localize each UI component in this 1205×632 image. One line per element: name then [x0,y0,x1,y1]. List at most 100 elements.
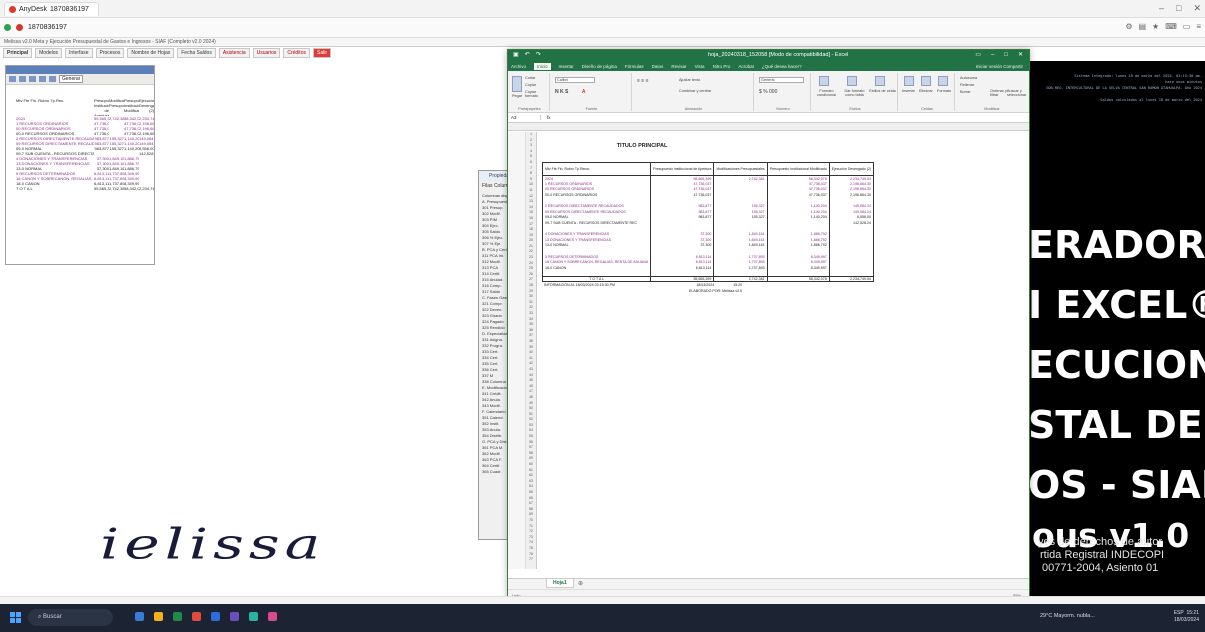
excel-icon[interactable] [173,612,182,621]
ribbon-tab[interactable]: Acrobat [738,64,754,69]
worksheet-grid[interactable]: 1 2 3 4 5 6 7 8 9 10 11 12 13 14 15 16 17 18 19 20 21 22 23 24 2… [508,132,1029,569]
clock-time[interactable]: 15:21 [1186,610,1199,616]
siaf-menu-item[interactable]: Usuarios [252,47,281,58]
currency-icon[interactable]: $ % 000 [759,89,777,95]
row-label-cell[interactable]: 18 CANON Y SOBRECANON, REGALIAS, RENTA D… [541,259,652,265]
generar-button[interactable]: Generar [59,75,84,83]
conditional-format-icon[interactable] [819,76,829,86]
ribbon-tab[interactable]: Inicio [534,62,551,70]
app-icon[interactable] [268,612,277,621]
toolbar-button-icon[interactable] [9,76,16,82]
add-sheet-icon[interactable]: ⊕ [578,580,583,587]
siaf-menu-item[interactable]: Procesos [95,47,125,58]
undo-icon[interactable]: ↶ [525,50,530,61]
files-icon[interactable]: ▤ [1138,22,1146,31]
value-cell[interactable]: 2,742,381 [713,276,768,282]
toolbar-button-icon[interactable] [29,76,36,82]
format-label[interactable]: Formato [937,89,951,93]
ribbon-tab[interactable]: Nitro Pro [713,64,731,69]
value-cell[interactable]: 58,342,078 [767,276,830,282]
star-icon[interactable]: ★ [1152,22,1159,31]
insert-cells-icon[interactable] [904,76,914,86]
paste-label[interactable]: Pegar [512,94,522,98]
font-name-select[interactable]: Calibri [555,77,595,83]
row-number[interactable]: 77 [526,557,536,563]
toolbar-button-icon[interactable] [19,76,26,82]
siaf-menu-item[interactable]: Fecha Saldos [177,47,216,58]
file-explorer-icon[interactable] [154,612,163,621]
insert-label[interactable]: Insertar [902,89,915,93]
align-icon[interactable]: ≡ ≡ ≡ [637,78,649,84]
merge-center-button[interactable]: Combinar y centrar [679,89,711,93]
cell-styles-icon[interactable] [875,76,885,86]
cond-format-label[interactable]: Formato condicional [813,89,840,97]
toolbar-button-icon[interactable] [49,76,56,82]
save-icon[interactable]: ▣ [513,50,519,61]
value-cell[interactable]: 2,234,749.54 [829,276,875,282]
anydesk-address[interactable]: 1870836197 [28,24,67,31]
menu-icon[interactable]: ≡ [1196,22,1201,31]
settings-icon[interactable]: ⚙ [1125,22,1132,31]
copy-button[interactable]: Copiar [525,83,536,87]
ribbon-display-icon[interactable]: ▭ [975,50,981,61]
app-icon[interactable] [249,612,258,621]
maximize-icon[interactable]: □ [1004,50,1008,61]
column-header-cell[interactable]: Ejecución Devengado (2) [828,162,875,176]
wrap-text-button[interactable]: Ajustar texto [679,78,700,82]
ribbon-tab[interactable]: Vista [695,64,705,69]
minimize-icon[interactable]: – [1159,3,1164,14]
row-label-cell[interactable]: 09-7 SUB CUENTA - RECURSOS DIRECTAMENTE … [541,220,652,226]
column-header-cell[interactable]: Presupuesto Institucional Modificado [766,162,830,176]
sheet-tab[interactable]: Hoja1 [546,579,574,588]
clear-button[interactable]: Borrar [960,90,971,94]
column-header-cell[interactable]: Mtv Fte Fin. Rubro Tp.Recur. [541,162,652,176]
column-header-cell[interactable]: Presupuesto Institucional de Apertura [650,162,715,176]
delete-label[interactable]: Eliminar [919,89,933,93]
anydesk-session-tab[interactable]: AnyDesk 1870836197 [4,2,99,16]
maximize-icon[interactable]: □ [1176,3,1181,14]
name-box[interactable]: A3 [511,115,541,120]
paste-icon[interactable] [512,76,522,92]
sort-filter-button[interactable]: Ordenar y filtrar [990,89,1008,97]
value-cell[interactable]: 55,565,399 [650,276,715,282]
windows-start-icon[interactable] [10,612,21,623]
minimize-icon[interactable]: – [991,50,994,61]
ribbon-tab[interactable]: Datos [652,64,664,69]
siaf-menu-item[interactable]: Modelos [35,47,63,58]
siaf-menu-item[interactable]: Interfase [65,47,93,58]
number-format-select[interactable]: General [759,77,804,83]
redo-icon[interactable]: ↷ [536,50,541,61]
close-icon[interactable]: ✕ [1018,50,1023,61]
font-color-icon[interactable]: A [582,89,585,95]
cut-button[interactable]: Cortar [525,76,536,80]
app-icon[interactable] [230,612,239,621]
ribbon-tab[interactable]: ¿Qué desea hacer? [762,64,802,69]
siaf-menu-item[interactable]: Principal [3,47,33,58]
anydesk-icon[interactable] [192,612,201,621]
siaf-menu-item[interactable]: Asistencia [218,47,250,58]
weather-widget[interactable]: 29°C Mayorm. nubla... [1040,613,1095,619]
table-format-icon[interactable] [847,76,857,86]
autosum-button[interactable]: Autosuma [960,76,977,80]
keyboard-icon[interactable]: ⌨ [1165,22,1177,31]
bold-icon[interactable]: N K S [555,89,568,95]
siaf-menu-item[interactable]: Salir [312,47,331,58]
siaf-menu-item[interactable]: Nombre de Hojas [127,47,175,58]
ribbon-tab[interactable]: Insertar [559,64,574,69]
close-icon[interactable]: ✕ [1193,3,1201,14]
ribbon-tab[interactable]: Fórmulas [625,64,644,69]
format-painter-button[interactable]: Copiar formato [525,90,549,98]
language-indicator[interactable]: ESP [1174,610,1184,616]
monitor-icon[interactable]: ▭ [1183,22,1191,31]
row-label-cell[interactable]: T O T A L [541,276,652,282]
format-cells-icon[interactable] [938,76,948,86]
ribbon-tab[interactable]: Diseño de página [582,64,617,69]
clock-date[interactable]: 18/03/2024 [1174,617,1199,624]
edge-icon[interactable] [211,612,220,621]
fill-button[interactable]: Rellenar [960,83,974,87]
find-select-button[interactable]: Buscar y seleccionar [1007,89,1026,97]
task-view-icon[interactable] [135,612,144,621]
taskbar-search[interactable]: ⌕ Buscar [28,609,113,626]
ribbon-tab[interactable]: Revisar [671,64,686,69]
toolbar-button-icon[interactable] [39,76,46,82]
